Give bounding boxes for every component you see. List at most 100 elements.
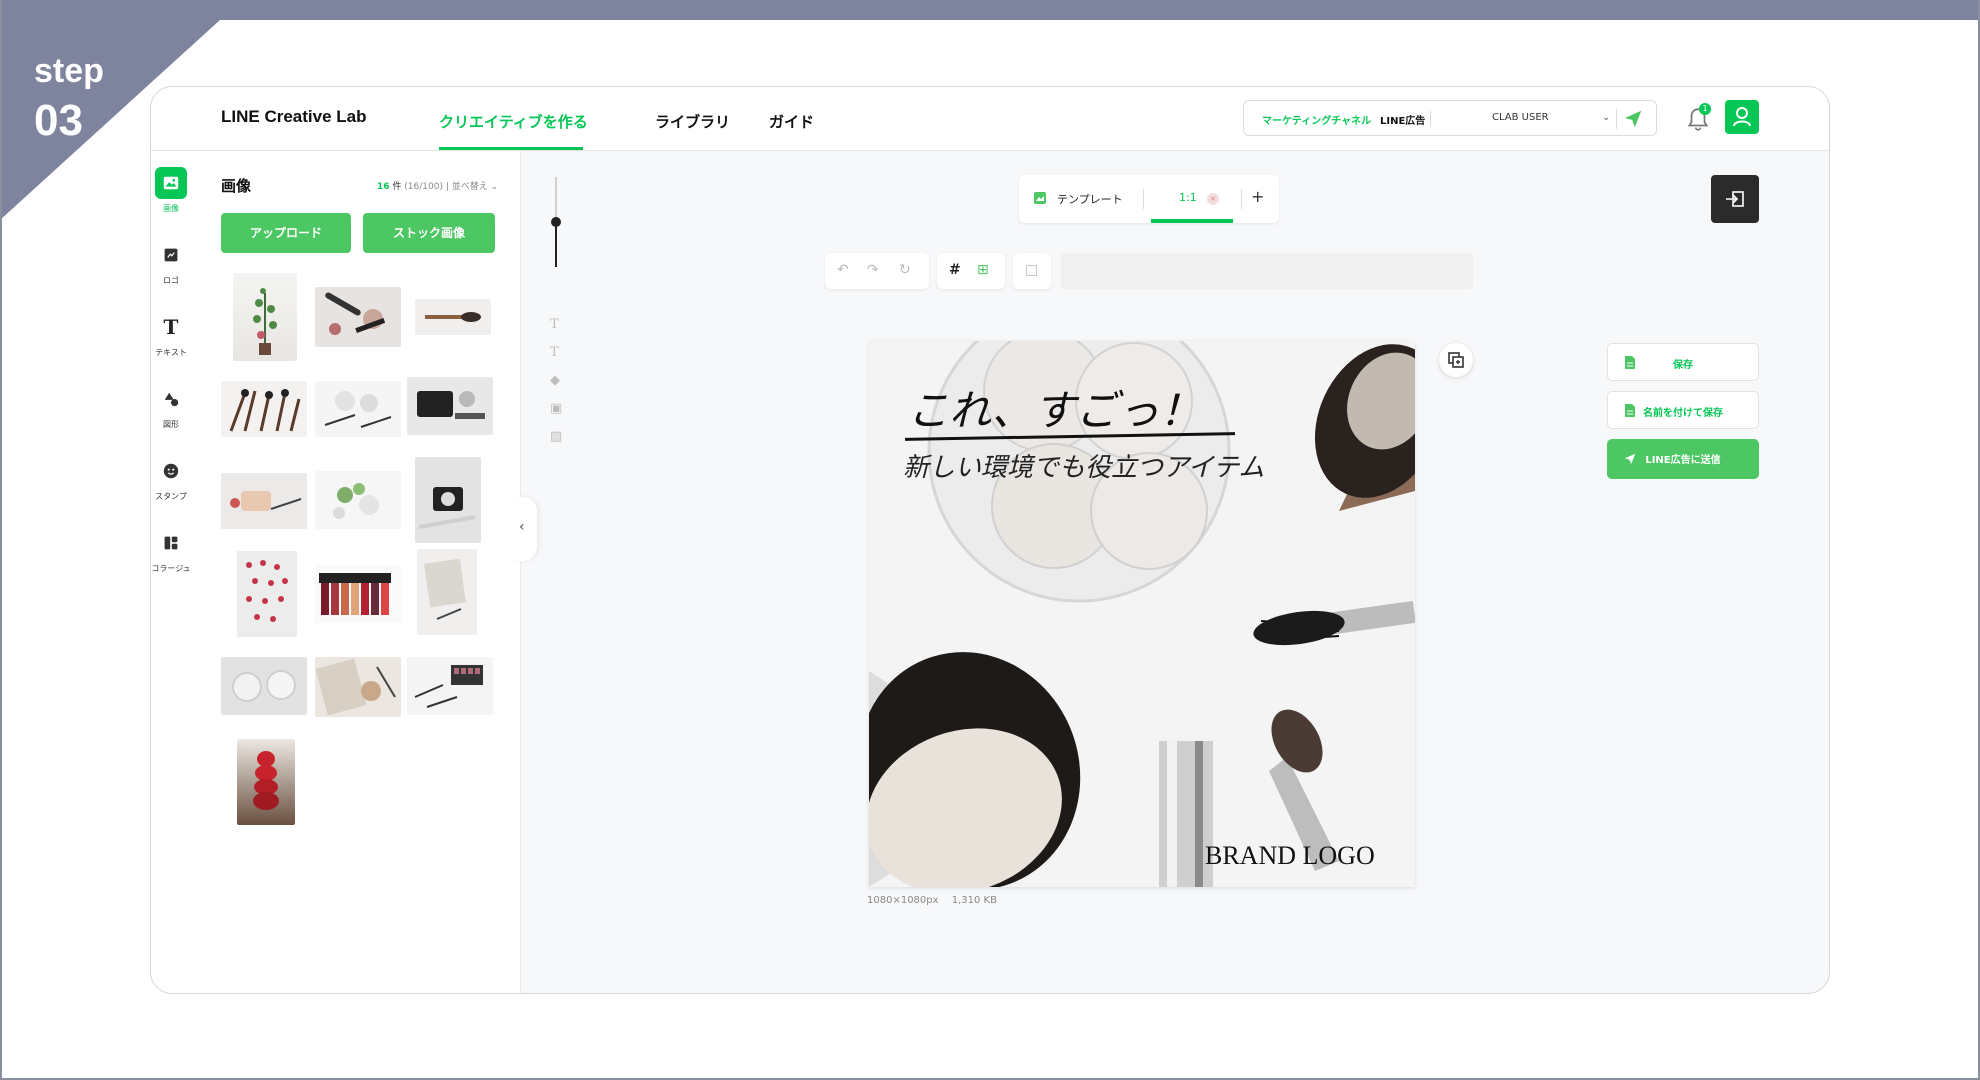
tab-divider [1143,189,1144,209]
save-button[interactable]: 保存 [1607,343,1759,381]
image-panel: 画像 16 件 (16/100) | 並べ替え ⌄ アップロード ストック画像 [191,151,521,993]
panel-title: 画像 [221,177,252,195]
upload-button[interactable]: アップロード [221,213,351,253]
shape-layer-icon[interactable]: ◆ [550,373,560,388]
refresh-icon[interactable]: ↻ [899,262,911,278]
image-thumbnail[interactable] [417,549,477,635]
property-bar[interactable] [1061,253,1473,289]
redo-icon[interactable]: ↷ [867,262,879,278]
sort-dropdown[interactable]: 並べ替え [452,182,488,192]
exit-editor-button[interactable] [1711,175,1759,223]
sticker-icon [155,455,187,487]
user-button[interactable] [1725,100,1759,134]
save-as-label: 名前を付けて保存 [1643,408,1723,419]
image-thumbnail[interactable] [407,657,493,715]
sidebar-item-collage[interactable]: コラージュ [151,527,191,574]
sidebar-item-logo[interactable]: ロゴ [151,239,191,286]
image-thumbnail[interactable] [237,739,295,825]
count-separator: | [445,182,449,192]
panel-collapse-button[interactable]: ‹ [513,497,537,561]
exit-icon [1726,191,1744,207]
send-to-line-ads-button[interactable]: LINE広告に送信 [1607,439,1759,479]
user-icon [1733,107,1751,127]
sidebar-item-text[interactable]: T テキスト [151,311,191,358]
design-canvas[interactable]: これ、すごっ！ 新しい環境でも役立つアイテム BRAND LOGO [869,341,1415,887]
add-tab-button[interactable]: + [1251,187,1264,206]
image-thumbnail[interactable] [415,457,481,543]
square-icon[interactable]: □ [1025,262,1038,278]
sidebar-item-label: 図形 [163,420,179,429]
image-icon [155,167,187,199]
text-layer-icon[interactable]: T [550,345,559,360]
tab-template[interactable]: テンプレート [1057,191,1123,207]
user-name: CLAB USER [1492,112,1549,123]
step-number: 03 [34,96,83,145]
image-thumbnail[interactable] [315,657,401,717]
image-thumbnail[interactable] [315,287,401,347]
image-count: 16 件 (16/100) | 並べ替え ⌄ [377,179,498,192]
duplicate-button[interactable] [1439,343,1473,377]
zoom-track-fill [555,221,557,267]
nav-create[interactable]: クリエイティブを作る [439,111,588,132]
canvas-brand-logo[interactable]: BRAND LOGO [1205,841,1375,871]
logo-layer-icon[interactable]: ▣ [550,401,562,416]
tool-rail: T T ◆ ▣ ▨ [541,177,571,477]
save-label: 保存 [1673,360,1693,371]
canvas-tab-bar: テンプレート 1:1 × + [1019,175,1279,223]
text-layer-icon[interactable]: T [550,317,559,332]
header: LINE Creative Lab クリエイティブを作る ライブラリ ガイド マ… [151,87,1829,151]
logo-icon [155,239,187,271]
canvas-headline[interactable]: これ、すごっ！ [907,377,1201,438]
image-thumbnail[interactable] [221,473,307,529]
count-detail: (16/100) [404,182,443,192]
text-icon: T [163,315,179,339]
nav-library[interactable]: ライブラリ [655,111,730,132]
close-icon[interactable]: × [1207,193,1219,205]
image-thumbnail[interactable] [415,299,491,335]
sidebar-item-sticker[interactable]: スタンプ [151,455,191,502]
undo-icon[interactable]: ↶ [837,262,849,278]
chevron-left-icon: ‹ [519,519,525,535]
sidebar-item-image[interactable]: 画像 [151,167,191,214]
guide-icon[interactable]: ⊞ [977,262,989,278]
chevron-down-icon[interactable]: ⌄ [491,182,499,192]
sidebar-item-label: 画像 [163,204,179,213]
image-thumbnail[interactable] [233,273,297,361]
image-thumbnail[interactable] [315,471,401,529]
sidebar-item-label: テキスト [155,348,187,357]
image-thumbnail[interactable] [221,381,307,437]
send-label: LINE広告に送信 [1645,455,1721,466]
notification-badge: 1 [1699,103,1711,115]
grid-icon[interactable]: # [949,262,961,278]
image-thumbnail[interactable] [315,381,401,437]
send-icon[interactable] [1622,108,1644,130]
history-toolbar: ↶ ↷ ↻ [825,253,929,289]
tool-sidebar: 画像 ロゴ T テキスト 図形 スタンプ コラージュ [151,151,191,993]
image-thumbnail[interactable] [221,657,307,715]
image-layer-icon[interactable]: ▨ [550,429,562,444]
count-unit: 件 [392,182,402,192]
app-logo[interactable]: LINE Creative Lab [221,107,367,127]
canvas-subheadline[interactable]: 新しい環境でも役立つアイテム [903,447,1264,484]
duplicate-icon [1448,352,1464,368]
canvas-size: 1080×1080px [867,895,939,906]
tab-ratio[interactable]: 1:1 [1179,191,1197,204]
channel-selector[interactable]: マーケティングチャネル LINE広告 CLAB USER ⌄ [1243,100,1657,136]
image-thumbnail[interactable] [315,565,401,623]
shape-icon [155,383,187,415]
sidebar-item-shape[interactable]: 図形 [151,383,191,430]
image-thumbnail[interactable] [407,377,493,435]
step-word: step [34,52,104,90]
chevron-down-icon[interactable]: ⌄ [1602,112,1610,123]
image-thumbnail[interactable] [237,551,297,637]
canvas-filesize: 1,310 KB [951,895,997,906]
channel-label: マーケティングチャネル [1262,116,1372,127]
nav-guide[interactable]: ガイド [769,111,814,132]
grid-toolbar: # ⊞ [937,253,1005,289]
save-as-button[interactable]: 名前を付けて保存 [1607,391,1759,429]
app-window: LINE Creative Lab クリエイティブを作る ライブラリ ガイド マ… [150,86,1830,994]
stock-image-button[interactable]: ストック画像 [363,213,495,253]
zoom-slider-handle[interactable] [551,217,561,227]
channel-divider-2 [1616,109,1617,129]
sidebar-item-label: ロゴ [163,276,179,285]
